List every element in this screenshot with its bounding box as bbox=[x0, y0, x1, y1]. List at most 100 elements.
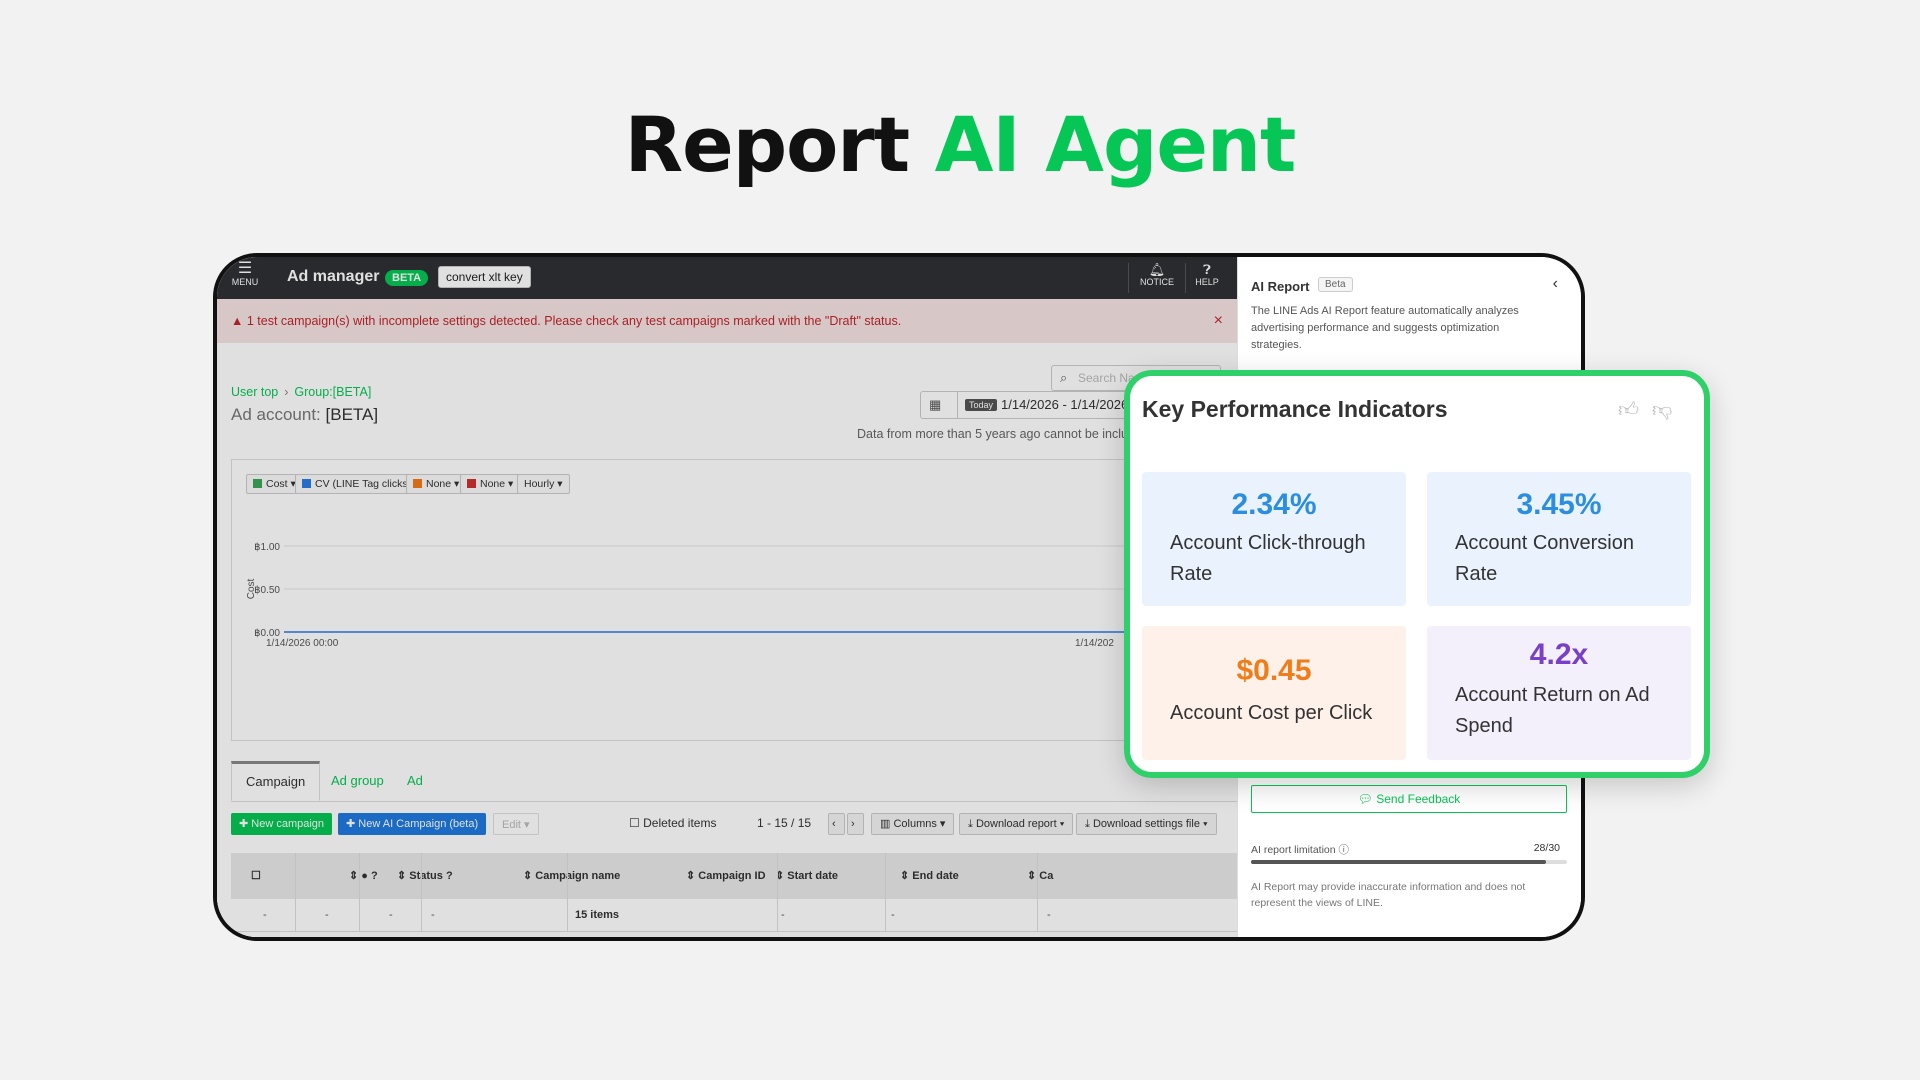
table-cell: - bbox=[389, 909, 393, 921]
ad-account-label: Ad account: bbox=[231, 405, 321, 424]
download-icon: ⤓ bbox=[1085, 818, 1090, 830]
breadcrumb-group[interactable]: Group:[BETA] bbox=[294, 385, 371, 399]
kpi-card: Key Performance Indicators 👍︎ 👎︎ 2.34% A… bbox=[1124, 370, 1710, 778]
download-settings-label: Download settings file bbox=[1092, 818, 1200, 830]
pagination-info: 1 - 15 / 15 bbox=[757, 816, 812, 830]
date-picker-divider bbox=[957, 392, 958, 418]
column-header-truncated[interactable]: ⇕ Ca bbox=[1027, 853, 1053, 899]
tab-ad-group[interactable]: Ad group bbox=[317, 761, 398, 801]
kpi-tile-ctr: 2.34% Account Click-through Rate bbox=[1142, 472, 1406, 606]
convert-key-button[interactable]: convert xlt key bbox=[438, 266, 531, 288]
today-badge: Today bbox=[965, 399, 998, 411]
new-ai-campaign-button[interactable]: ✚ New AI Campaign (beta) bbox=[338, 813, 487, 835]
kpi-tile-cvr: 3.45% Account Conversion Rate bbox=[1427, 472, 1691, 606]
x-tick-label: 1/14/2026 00:00 bbox=[266, 638, 339, 649]
breadcrumb-user-top[interactable]: User top bbox=[231, 385, 278, 399]
collapse-panel-button[interactable]: ‹ bbox=[1553, 275, 1558, 293]
column-header-label: Campaign name bbox=[535, 870, 621, 882]
close-icon[interactable]: × bbox=[1214, 299, 1223, 343]
chart-panel: Cost ▾ CV (LINE Tag clicks) ▾ None ▾ Non… bbox=[231, 459, 1241, 741]
x-tick-label: 1/14/202 bbox=[1075, 638, 1114, 649]
cost-chart: ฿1.00฿0.50฿0.00Cost1/14/2026 00:00 1/14/2… bbox=[246, 542, 1240, 649]
column-divider bbox=[295, 853, 296, 931]
ad-account: Ad account: [BETA] bbox=[231, 405, 378, 425]
kpi-value: 3.45% bbox=[1516, 488, 1602, 521]
help-icon: ⓘ bbox=[1338, 844, 1350, 856]
search-placeholder: Search Na bbox=[1078, 371, 1135, 385]
thumbs-up-icon[interactable]: 👍︎ bbox=[1618, 398, 1639, 422]
select-all-checkbox[interactable]: ☐ bbox=[251, 853, 261, 899]
breadcrumb-separator: › bbox=[284, 385, 289, 399]
table-cell: - bbox=[891, 909, 895, 921]
app-title: Ad manager bbox=[287, 268, 380, 285]
chevron-left-icon: ‹ bbox=[832, 818, 836, 830]
new-campaign-label: New campaign bbox=[251, 818, 325, 830]
table-cell: - bbox=[325, 909, 329, 921]
ai-report-disclaimer: AI Report may provide inaccurate informa… bbox=[1251, 881, 1526, 909]
column-header-campaign-name[interactable]: ⇕ Campaign name bbox=[523, 853, 620, 899]
tab-ad[interactable]: Ad bbox=[393, 761, 437, 801]
beta-badge: BETA bbox=[385, 270, 429, 286]
thumbs-down-icon[interactable]: 👎︎ bbox=[1652, 398, 1672, 422]
y-axis-label: Cost bbox=[246, 578, 257, 599]
edit-button[interactable]: Edit ▾ bbox=[493, 813, 539, 835]
column-header-status[interactable]: ⇕ Status ? bbox=[397, 853, 453, 899]
ad-manager-app: ☰ MENU Ad manager BETA convert xlt key 🔔… bbox=[217, 257, 1241, 937]
column-header-label: Campaign ID bbox=[698, 870, 766, 882]
plus-icon: ✚ bbox=[239, 818, 249, 830]
column-header-label: Status bbox=[409, 870, 443, 882]
hero-title-main: Report bbox=[624, 100, 910, 189]
next-page-button[interactable]: › bbox=[847, 813, 864, 835]
report-limit-fill bbox=[1251, 860, 1546, 864]
download-report-label: Download report bbox=[975, 818, 1057, 830]
columns-icon: ▥ bbox=[880, 818, 891, 830]
table-cell: - bbox=[781, 909, 785, 921]
kpi-title: Key Performance Indicators bbox=[1142, 396, 1448, 422]
warning-banner: ▲ 1 test campaign(s) with incomplete set… bbox=[217, 299, 1237, 343]
date-range-value: 1/14/2026 - 1/14/2026 bbox=[1001, 397, 1129, 412]
menu-label: MENU bbox=[231, 277, 259, 287]
deleted-items-label: Deleted items bbox=[643, 816, 717, 830]
column-divider bbox=[359, 853, 360, 931]
help-icon: ? bbox=[370, 870, 378, 882]
column-divider bbox=[1037, 853, 1038, 931]
table-header: ☐ ⇕ ● ? ⇕ Status ? ⇕ Campaign name ⇕ Cam… bbox=[231, 853, 1241, 900]
hero-title: Report AI Agent bbox=[0, 100, 1920, 189]
prev-page-button[interactable]: ‹ bbox=[828, 813, 845, 835]
column-header-label: Ca bbox=[1039, 870, 1054, 882]
topbar-divider bbox=[1185, 263, 1186, 293]
send-feedback-button[interactable]: 💬︎ Send Feedback bbox=[1251, 785, 1567, 813]
column-divider bbox=[567, 853, 568, 931]
help-button[interactable]: ❓︎ HELP bbox=[1192, 262, 1222, 287]
download-icon: ⤓ bbox=[968, 818, 973, 830]
help-label: HELP bbox=[1195, 277, 1219, 287]
warning-message: 1 test campaign(s) with incomplete setti… bbox=[246, 314, 902, 328]
topbar-divider bbox=[1128, 263, 1129, 293]
kpi-tile-roas: 4.2x Account Return on Ad Spend bbox=[1427, 626, 1691, 760]
table-cell: 15 items bbox=[575, 909, 620, 921]
kpi-label: Account Click-through Rate bbox=[1170, 532, 1366, 585]
column-header-end-date[interactable]: ⇕ End date bbox=[900, 853, 959, 899]
tab-campaign[interactable]: Campaign bbox=[231, 761, 321, 801]
menu-button[interactable]: ☰ MENU bbox=[229, 261, 261, 288]
ai-report-beta-badge: Beta bbox=[1318, 277, 1353, 292]
column-header-start-date[interactable]: ⇕ Start date bbox=[775, 853, 838, 899]
help-icon: ❓︎ bbox=[1203, 262, 1211, 277]
column-header-indicator[interactable]: ⇕ ● ? bbox=[349, 853, 378, 899]
deleted-items-toggle[interactable]: ☐ Deleted items bbox=[629, 816, 716, 830]
table-cell: - bbox=[431, 909, 435, 921]
kpi-tile-cpc: $0.45 Account Cost per Click bbox=[1142, 626, 1406, 760]
new-campaign-button[interactable]: ✚ New campaign bbox=[231, 813, 333, 835]
table-cell: - bbox=[1047, 909, 1051, 921]
download-report-button[interactable]: ⤓ Download report ▾ bbox=[959, 813, 1074, 835]
kpi-value: $0.45 bbox=[1236, 654, 1312, 687]
columns-button[interactable]: ▥ Columns ▾ bbox=[871, 813, 955, 835]
chevron-left-icon: ‹ bbox=[1552, 275, 1558, 292]
report-limit-label: AI report limitation ⓘ bbox=[1251, 842, 1349, 857]
main-content: User top › Group:[BETA] Ad account: [BETA]… bbox=[217, 343, 1241, 937]
send-feedback-label: Send Feedback bbox=[1376, 792, 1461, 806]
column-header-campaign-id[interactable]: ⇕ Campaign ID bbox=[686, 853, 766, 899]
notice-button[interactable]: 🔔︎ NOTICE bbox=[1137, 262, 1177, 287]
download-settings-button[interactable]: ⤓ Download settings file ▾ bbox=[1076, 813, 1217, 835]
campaign-toolbar: ✚ New campaign ✚ New AI Campaign (beta) … bbox=[231, 813, 1241, 837]
